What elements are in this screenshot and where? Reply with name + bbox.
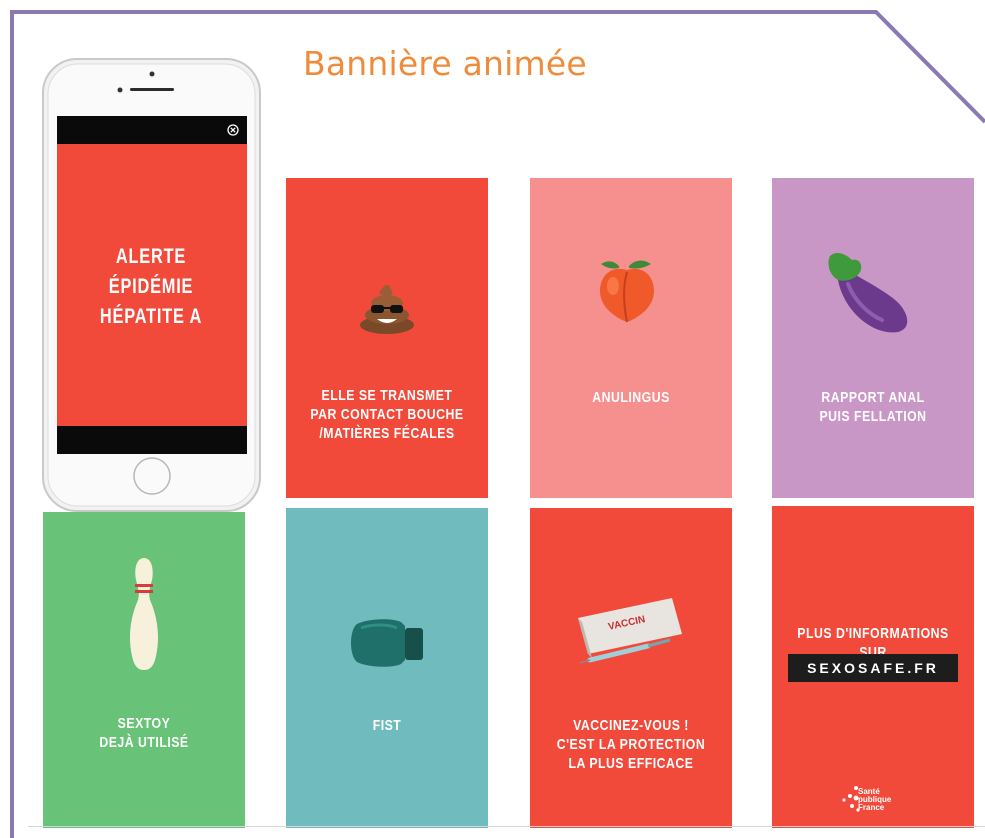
card-plus-informations: PLUS D'INFORMATIONS SUR SEXOSAFE.FR Sant… — [772, 506, 974, 828]
card-label: SEXTOY DEJÀ UTILISÉ — [99, 715, 189, 751]
card-rapport-anal: RAPPORT ANAL PUIS FELLATION — [772, 178, 974, 498]
sexosafe-logo-text: SEXOSAFE.FR — [807, 660, 939, 676]
boxing-glove-icon — [351, 619, 423, 667]
close-icon[interactable] — [227, 124, 239, 136]
card-label: FIST — [372, 717, 402, 734]
bowling-pin-icon — [130, 558, 158, 670]
card-label: RAPPORT ANAL PUIS FELLATION — [819, 389, 927, 425]
card-label: ELLE SE TRANSMET PAR CONTACT BOUCHE /MAT… — [310, 387, 464, 442]
sexosafe-logo[interactable]: SEXOSAFE.FR — [788, 654, 958, 682]
page-title: Bannière animée — [303, 44, 587, 83]
card-sextoy: SEXTOY DEJÀ UTILISÉ — [43, 512, 245, 828]
card-label: VACCINEZ-VOUS ! C'EST LA PROTECTION LA P… — [556, 717, 706, 772]
poop-sunglasses-icon — [360, 284, 414, 334]
phone-screen-text: ALERTE ÉPIDÉMIE HÉPATITE A — [99, 245, 203, 328]
divider — [28, 826, 985, 827]
card-label: ANULINGUS — [592, 389, 670, 406]
eggplant-icon — [828, 253, 908, 333]
card-transmission: ELLE SE TRANSMET PAR CONTACT BOUCHE /MAT… — [286, 178, 488, 498]
card-vaccin: VACCIN VACCINEZ-VOUS ! C'EST LA PROTECTI… — [530, 508, 732, 828]
peach-icon — [600, 260, 654, 323]
vaccine-icon — [578, 598, 682, 664]
sante-publique-text: Santé publique France — [858, 787, 892, 812]
card-fist: FIST — [286, 508, 488, 828]
card-anulingus: ANULINGUS — [530, 178, 732, 498]
